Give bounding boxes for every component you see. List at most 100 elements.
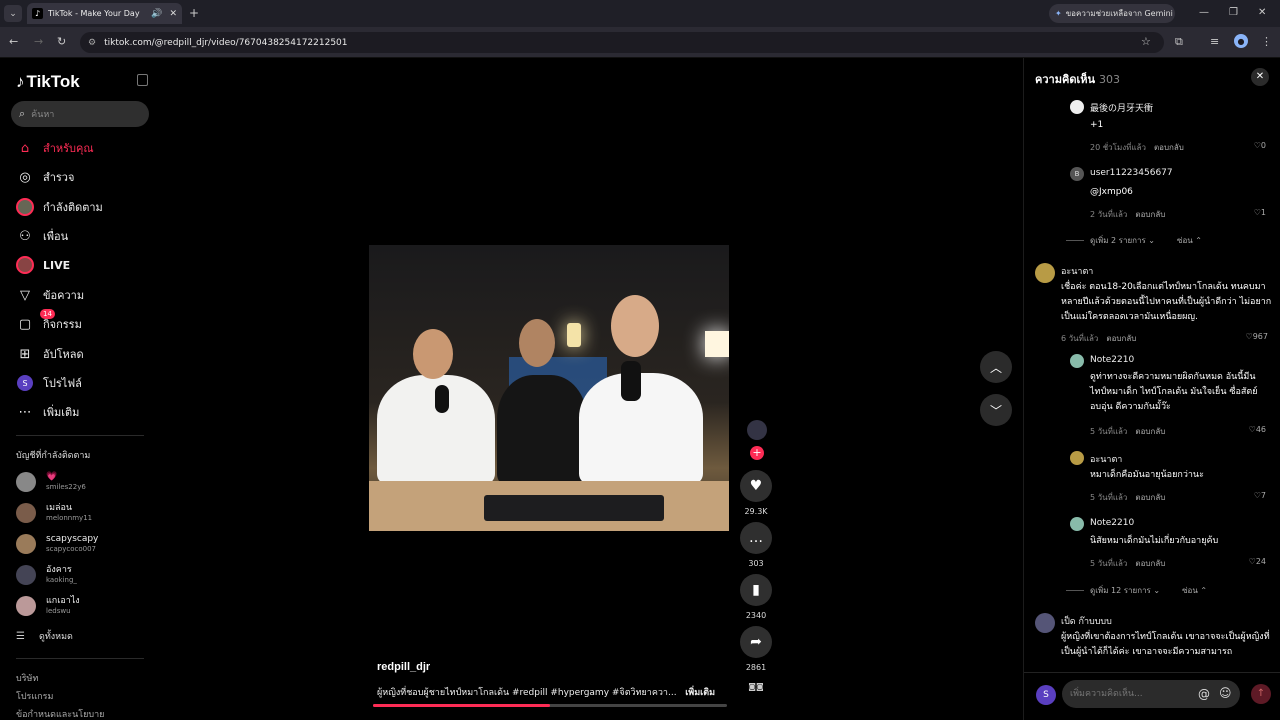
back-button[interactable]: ← [9, 35, 18, 49]
avatar[interactable] [1035, 613, 1055, 633]
previous-video-button[interactable]: ︿ [980, 351, 1012, 383]
comment-author[interactable]: เป็ด ก๊าบบบบ [1061, 614, 1112, 628]
creator-avatar[interactable] [747, 420, 767, 440]
chevron-up-icon: ︿ [989, 360, 1002, 375]
avatar[interactable] [1070, 451, 1084, 465]
nav-friends[interactable]: ⚇ เพื่อน [16, 226, 68, 246]
follow-creator-button[interactable]: + [750, 446, 764, 460]
reply-button[interactable]: ตอบกลับ [1135, 210, 1165, 219]
nav-following[interactable]: กำลังติดตาม [16, 197, 103, 217]
comment-author[interactable]: Note2210 [1090, 518, 1134, 528]
reload-button[interactable]: ↻ [57, 35, 66, 49]
mention-icon[interactable]: @ [1198, 687, 1210, 701]
comment-like-count[interactable]: ♡46 [1236, 425, 1266, 434]
site-info-icon[interactable]: ⚙ [88, 38, 96, 48]
footer-company-link[interactable]: บริษัท [16, 671, 38, 685]
avatar[interactable] [1070, 100, 1084, 114]
comment-author[interactable]: อะนาตา [1090, 452, 1122, 466]
emoji-icon[interactable]: ☺ [1219, 686, 1232, 700]
comment-author[interactable]: Note2210 [1090, 355, 1134, 365]
comment-item: เป็ด ก๊าบบบบ ผู้หญิงที่เขาต้องการไทป์โกล… [1035, 613, 1272, 665]
search-input[interactable]: ⌕ ค้นหา [11, 101, 149, 127]
following-account[interactable]: อังคาร kaoking_ [16, 562, 77, 588]
avatar[interactable]: B [1070, 167, 1084, 181]
tab-title: TikTok - Make Your Day [48, 9, 140, 18]
tab-list-button[interactable]: ⌄ [4, 5, 22, 22]
audio-playing-icon[interactable]: 🔊 [151, 9, 162, 19]
nav-activity[interactable]: ▢ 14 กิจกรรม [16, 309, 82, 334]
media-controls-icon[interactable]: ≡ [1210, 35, 1219, 48]
share-button[interactable]: ➦ [740, 626, 772, 658]
browser-menu-icon[interactable]: ⋮ [1261, 35, 1272, 48]
close-window-button[interactable]: ✕ [1258, 6, 1266, 20]
extensions-icon[interactable]: ⧉ [1175, 35, 1183, 49]
nav-more[interactable]: ⋯ เพิ่มเติม [16, 402, 80, 422]
reply-button[interactable]: ตอบกลับ [1135, 427, 1165, 436]
view-more-replies[interactable]: ดูเพิ่ม 12 รายการ ⌄ ซ่อน ⌃ [1066, 584, 1207, 597]
reply-button[interactable]: ตอบกลับ [1106, 334, 1136, 343]
comment-author[interactable]: user11223456677 [1090, 168, 1173, 178]
gemini-button[interactable]: ✦ ขอความช่วยเหลือจาก Gemini [1049, 4, 1175, 23]
browser-tab[interactable]: ♪ TikTok - Make Your Day 🔊 ✕ [27, 3, 182, 24]
hide-replies-button[interactable]: ซ่อน ⌃ [1177, 234, 1202, 247]
activity-badge: 14 [40, 309, 55, 319]
avatar[interactable] [1035, 263, 1055, 283]
comment-button[interactable]: … [740, 522, 772, 554]
footer-program-link[interactable]: โปรแกรม [16, 689, 53, 703]
comment-like-count[interactable]: ♡1 [1236, 208, 1266, 217]
nav-messages[interactable]: ▽ ข้อความ [16, 285, 84, 305]
following-account[interactable]: แกเอาไง ledswu [16, 593, 80, 619]
hide-replies-button[interactable]: ซ่อน ⌃ [1182, 584, 1207, 597]
comment-like-count[interactable]: ♡7 [1236, 491, 1266, 500]
tiktok-logo[interactable]: ♪ TikTok [16, 72, 80, 92]
close-comments-button[interactable]: ✕ [1251, 68, 1269, 86]
nav-for-you[interactable]: ⌂ สำหรับคุณ [16, 138, 94, 158]
following-account[interactable]: 💗 smiles22y6 [16, 469, 86, 495]
reply-button[interactable]: ตอบกลับ [1135, 493, 1165, 502]
comment-like-count[interactable]: ♡967 [1238, 332, 1268, 341]
comment-reply: 最後の月牙天衝 +1 20 ชั่วโมงที่แล้ว ตอบกลับ ♡0 [1070, 100, 1270, 156]
send-comment-button[interactable]: ↑ [1251, 684, 1271, 704]
comment-input[interactable] [1062, 680, 1240, 708]
reply-button[interactable]: ตอบกลับ [1135, 559, 1165, 568]
bookmark-star-icon[interactable]: ☆ [1141, 35, 1151, 48]
comment-time: 20 ชั่วโมงที่แล้ว [1090, 143, 1146, 152]
browser-profile-avatar[interactable]: ● [1234, 34, 1248, 48]
comment-like-count[interactable]: ♡0 [1236, 141, 1266, 150]
logo-text: TikTok [26, 72, 80, 91]
video-mic [621, 361, 641, 401]
video-person-head [519, 319, 555, 367]
close-tab-icon[interactable]: ✕ [169, 9, 177, 19]
avatar[interactable] [1070, 354, 1084, 368]
url-bar[interactable]: ⚙ tiktok.com/@redpill_djr/video/76704382… [80, 32, 1164, 53]
nav-upload[interactable]: ⊞ อัปโหลด [16, 344, 84, 364]
maximize-button[interactable]: ❐ [1229, 6, 1238, 20]
view-more-replies[interactable]: ดูเพิ่ม 2 รายการ ⌄ ซ่อน ⌃ [1066, 234, 1202, 247]
forward-button[interactable]: → [34, 35, 43, 49]
see-all-following[interactable]: ☰ ดูทั้งหมด [16, 629, 73, 643]
collapse-sidebar-icon[interactable] [137, 74, 148, 86]
comment-item: อะนาตา เชื่อค่ะ ตอน18-20เลือกแต่ไทป์หมาโ… [1035, 263, 1272, 345]
following-account[interactable]: เมล่อน melonnmy11 [16, 500, 92, 526]
comment-meta: 5 วันที่แล้ว ตอบกลับ [1090, 557, 1165, 570]
like-button[interactable]: ♥ [740, 470, 772, 502]
caption-more-button[interactable]: เพิ่มเติม [685, 685, 715, 699]
minimize-button[interactable]: — [1199, 6, 1209, 20]
nav-live[interactable]: LIVE [16, 255, 70, 275]
music-disc-icon[interactable]: ◙◙ [740, 682, 772, 696]
video-player[interactable] [369, 245, 729, 531]
video-progress-bar[interactable] [373, 704, 727, 707]
new-tab-button[interactable]: + [189, 6, 199, 20]
footer-terms-link[interactable]: ข้อกำหนดและนโยบาย [16, 707, 104, 720]
following-account[interactable]: scapyscapy scapycoco007 [16, 531, 98, 557]
next-video-button[interactable]: ﹀ [980, 394, 1012, 426]
comment-author[interactable]: 最後の月牙天衝 [1090, 101, 1153, 114]
save-button[interactable]: ▮ [740, 574, 772, 606]
nav-profile[interactable]: S โปรไฟล์ [16, 373, 82, 393]
nav-explore[interactable]: ◎ สำรวจ [16, 167, 74, 187]
avatar[interactable] [1070, 517, 1084, 531]
comment-author[interactable]: อะนาตา [1061, 264, 1093, 278]
comment-like-count[interactable]: ♡24 [1236, 557, 1266, 566]
video-username[interactable]: redpill_djr [377, 661, 430, 673]
reply-button[interactable]: ตอบกลับ [1154, 143, 1184, 152]
